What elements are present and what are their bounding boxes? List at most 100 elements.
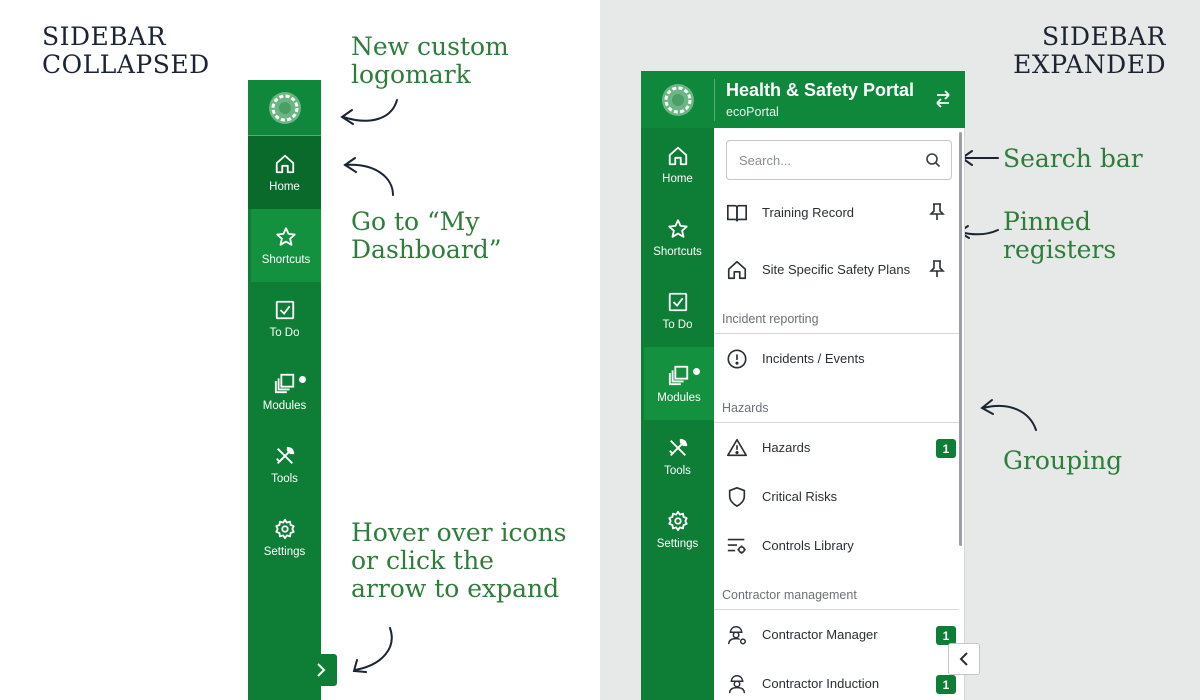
- logomark-arrowhead: [340, 109, 354, 125]
- modules-notification-dot: [693, 368, 700, 375]
- nav-shortcuts-label: Shortcuts: [653, 245, 702, 258]
- portal-subtitle: ecoPortal: [726, 105, 779, 119]
- pinned-item-label: Training Record: [762, 205, 855, 220]
- grouping-arrow: [982, 404, 1037, 431]
- pinned-item-label: Site Specific Safety Plans: [762, 262, 911, 277]
- nav-tools-label: Tools: [664, 464, 691, 477]
- group-label: Contractor management: [722, 588, 857, 602]
- panel-scrollbar[interactable]: [959, 132, 962, 546]
- checkbox-icon: [668, 292, 687, 311]
- nav-settings[interactable]: Settings: [248, 501, 321, 574]
- contractor-manager-icon: [728, 626, 746, 645]
- collapsed-showcase-panel: SIDEBAR COLLAPSED New custom logomark Go…: [0, 0, 600, 700]
- chevron-right-icon: [317, 663, 326, 677]
- list-item-incidents[interactable]: Incidents / Events: [714, 335, 959, 383]
- chevron-left-icon: [959, 652, 968, 666]
- swap-arrows-icon: [936, 90, 950, 108]
- group-contractor-management: Contractor management: [714, 582, 959, 610]
- search-input[interactable]: [727, 141, 917, 179]
- modules-notification-dot: [299, 376, 306, 383]
- list-item-label: Hazards: [762, 440, 811, 455]
- star-icon: [667, 218, 688, 238]
- list-item-contractor-induction[interactable]: Contractor Induction 1: [714, 660, 959, 700]
- group-hazards: Hazards: [714, 395, 959, 423]
- collapse-sidebar-button[interactable]: [948, 643, 980, 675]
- list-item-contractor-manager[interactable]: Contractor Manager 1: [714, 611, 959, 659]
- logomark[interactable]: [248, 80, 321, 136]
- expand-arrowhead: [352, 659, 367, 673]
- expanded-nav-rail: Home Shortcuts To Do Modules Tools Setti…: [641, 128, 714, 700]
- group-label: Incident reporting: [722, 312, 819, 326]
- expand-arrow: [354, 627, 393, 671]
- header-divider: [714, 79, 715, 121]
- nav-todo-label: To Do: [662, 318, 693, 331]
- shield-icon: [728, 487, 746, 507]
- list-item-label: Incidents / Events: [762, 351, 865, 366]
- contractor-induction-icon: [728, 675, 746, 694]
- ecoportal-logo-icon: [661, 83, 694, 116]
- nav-home-label: Home: [269, 180, 300, 193]
- alert-circle-icon: [727, 349, 747, 369]
- controls-list-icon: [727, 538, 746, 554]
- modules-icon: [274, 373, 294, 393]
- nav-settings-label: Settings: [656, 537, 699, 550]
- list-item-label: Contractor Induction: [762, 676, 880, 691]
- expand-sidebar-button[interactable]: [305, 654, 337, 686]
- modules-icon: [668, 365, 689, 385]
- nav-modules-label: Modules: [262, 399, 307, 412]
- group-incident-reporting: Incident reporting: [714, 306, 959, 334]
- nav-settings[interactable]: Settings: [641, 493, 714, 566]
- checkbox-icon: [275, 300, 294, 319]
- tools-icon: [275, 446, 294, 464]
- warning-triangle-icon: [727, 438, 747, 457]
- sidebar-header: Health & Safety Portal ecoPortal: [641, 71, 965, 128]
- list-item-critical-risks[interactable]: Critical Risks: [714, 473, 959, 521]
- portal-title: Health & Safety Portal: [726, 80, 915, 100]
- tools-icon: [668, 438, 687, 456]
- collapsed-sidebar: Home Shortcuts To Do Modules Tools Setti…: [248, 80, 321, 700]
- nav-tools[interactable]: Tools: [641, 420, 714, 493]
- nav-home[interactable]: Home: [248, 136, 321, 209]
- house-icon: [727, 260, 747, 280]
- pinned-item-training-record[interactable]: Training Record: [714, 189, 959, 237]
- nav-modules[interactable]: Modules: [644, 347, 714, 420]
- nav-shortcuts[interactable]: Shortcuts: [251, 209, 321, 282]
- gear-icon: [274, 518, 295, 539]
- nav-modules[interactable]: Modules: [248, 355, 321, 428]
- nav-settings-label: Settings: [263, 545, 306, 558]
- book-icon: [727, 204, 747, 222]
- nav-todo[interactable]: To Do: [641, 274, 714, 347]
- ecoportal-logo-icon: [268, 91, 301, 124]
- pinned-arrow: [959, 229, 999, 236]
- modules-panel: Training Record Site Specific Safety Pla…: [714, 128, 965, 700]
- list-item-hazards[interactable]: Hazards 1: [714, 424, 959, 472]
- list-item-label: Contractor Manager: [762, 627, 878, 642]
- list-item-label: Controls Library: [762, 538, 854, 553]
- nav-shortcuts[interactable]: Shortcuts: [641, 201, 714, 274]
- home-icon: [668, 146, 687, 165]
- count-badge: 1: [936, 675, 956, 694]
- nav-tools[interactable]: Tools: [248, 428, 321, 501]
- group-label: Hazards: [722, 401, 769, 415]
- nav-tools-label: Tools: [271, 472, 298, 485]
- nav-todo[interactable]: To Do: [248, 282, 321, 355]
- list-item-label: Critical Risks: [762, 489, 838, 504]
- search-icon[interactable]: [925, 152, 941, 168]
- star-icon: [276, 226, 296, 246]
- nav-shortcuts-label: Shortcuts: [261, 253, 311, 266]
- pinned-item-site-safety-plans[interactable]: Site Specific Safety Plans: [714, 246, 959, 294]
- nav-todo-label: To Do: [269, 326, 300, 339]
- pin-icon[interactable]: [929, 203, 945, 221]
- count-badge: 1: [936, 439, 956, 458]
- swap-toggle-button[interactable]: [933, 89, 953, 114]
- expanded-sidebar: Health & Safety Portal ecoPortal Home Sh…: [641, 71, 965, 700]
- nav-home-label: Home: [662, 172, 693, 185]
- gear-icon: [667, 510, 688, 531]
- list-item-controls-library[interactable]: Controls Library: [714, 522, 959, 570]
- search-box: [726, 140, 952, 180]
- nav-modules-label: Modules: [657, 391, 701, 404]
- home-icon: [275, 154, 294, 173]
- header-logomark[interactable]: [641, 71, 714, 128]
- nav-home[interactable]: Home: [641, 128, 714, 201]
- pin-icon[interactable]: [929, 260, 945, 278]
